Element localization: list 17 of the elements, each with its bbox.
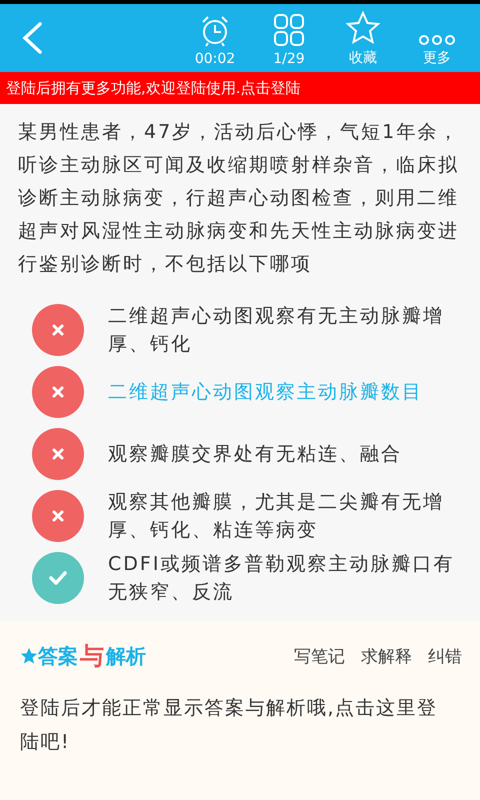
action-link[interactable]: 纠错: [428, 644, 462, 668]
star-icon: [346, 11, 380, 45]
action-link[interactable]: 写笔记: [294, 644, 345, 668]
question-text: 某男性患者，47岁，活动后心悸，气短1年余，听诊主动脉区可闻及收缩期喷射样杂音，临床拟诊断主动脉病变，行超声心动图检查，则用二维超声对风湿性主动脉病变和先天性主动脉病变进行鉴别诊断时，不包括以下哪项: [17, 120, 460, 277]
login-prompt[interactable]: 登陆后才能正常显示答案与解析哦,点击这里登陆吧!: [20, 691, 462, 759]
option-text[interactable]: CDFI或频谱多普勒观察主动脉瓣口有无狭窄、反流: [108, 550, 460, 606]
more-icon: [417, 35, 457, 45]
grid-icon: [272, 13, 306, 47]
star-icon: [20, 647, 38, 665]
section-title: 与: [80, 641, 104, 672]
option-text[interactable]: 观察瓣膜交界处有无粘连、融合: [108, 440, 402, 468]
section-title: 解析: [106, 642, 146, 670]
option-text[interactable]: 二维超声心动图观察有无主动脉瓣增厚、钙化: [108, 302, 460, 358]
login-banner[interactable]: 登陆后拥有更多功能,欢迎登陆使用.点击登陆: [0, 72, 480, 104]
option-text[interactable]: 观察其他瓣膜，尤其是二尖瓣有无增厚、钙化、粘连等病变: [108, 488, 460, 544]
section-title: 答案: [38, 642, 78, 670]
action-link[interactable]: 求解释: [361, 644, 412, 668]
